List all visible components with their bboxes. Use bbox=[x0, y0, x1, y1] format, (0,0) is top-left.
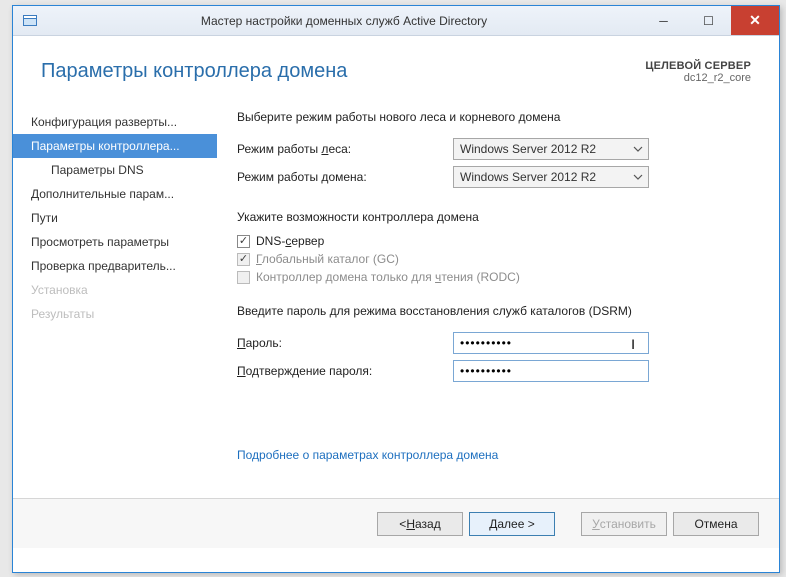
sidebar: Конфигурация разверты... Параметры контр… bbox=[13, 106, 217, 498]
sidebar-item-deployment-config[interactable]: Конфигурация разверты... bbox=[13, 110, 217, 134]
forest-level-row: Режим работы леса: Windows Server 2012 R… bbox=[237, 138, 751, 160]
rodc-checkbox bbox=[237, 271, 250, 284]
confirm-password-field[interactable] bbox=[460, 361, 642, 381]
forest-level-label: Режим работы леса: bbox=[237, 142, 453, 156]
next-button[interactable]: Далее > bbox=[469, 512, 555, 536]
sidebar-item-paths[interactable]: Пути bbox=[13, 206, 217, 230]
close-button[interactable]: ✕ bbox=[731, 6, 779, 35]
sidebar-item-review-options[interactable]: Просмотреть параметры bbox=[13, 230, 217, 254]
confirm-password-input[interactable] bbox=[453, 360, 649, 382]
confirm-password-label: Подтверждение пароля: bbox=[237, 364, 453, 378]
dsrm-section: Введите пароль для режима восстановления… bbox=[237, 304, 751, 382]
main-panel: Выберите режим работы нового леса и корн… bbox=[217, 106, 779, 498]
sidebar-item-results: Результаты bbox=[13, 302, 217, 326]
select-mode-text: Выберите режим работы нового леса и корн… bbox=[237, 110, 751, 124]
body: Конфигурация разверты... Параметры контр… bbox=[13, 94, 779, 498]
install-button: Установить bbox=[581, 512, 667, 536]
target-server-box: ЦЕЛЕВОЙ СЕРВЕР dc12_r2_core bbox=[645, 60, 751, 84]
dns-checkbox-label: DNS-сервер bbox=[256, 234, 324, 248]
titlebar[interactable]: Мастер настройки доменных служб Active D… bbox=[13, 6, 779, 36]
header: Параметры контроллера домена ЦЕЛЕВОЙ СЕР… bbox=[13, 36, 779, 94]
sidebar-item-installation: Установка bbox=[13, 278, 217, 302]
domain-level-value: Windows Server 2012 R2 bbox=[460, 170, 596, 184]
wizard-window: Мастер настройки доменных служб Active D… bbox=[12, 5, 780, 573]
password-label: Пароль: bbox=[237, 336, 453, 350]
gc-checkbox-row: Глобальный каталог (GC) bbox=[237, 252, 751, 266]
target-server-label: ЦЕЛЕВОЙ СЕРВЕР bbox=[645, 60, 751, 72]
sidebar-item-dc-options[interactable]: Параметры контроллера... bbox=[13, 134, 217, 158]
domain-level-row: Режим работы домена: Windows Server 2012… bbox=[237, 166, 751, 188]
forest-level-combobox[interactable]: Windows Server 2012 R2 bbox=[453, 138, 649, 160]
more-info-link[interactable]: Подробнее о параметрах контроллера домен… bbox=[237, 448, 498, 462]
capabilities-title: Укажите возможности контроллера домена bbox=[237, 210, 751, 224]
back-button[interactable]: < Назад bbox=[377, 512, 463, 536]
minimize-button[interactable]: ─ bbox=[641, 6, 686, 35]
chevron-down-icon bbox=[632, 143, 644, 155]
dns-checkbox[interactable] bbox=[237, 235, 250, 248]
cancel-button[interactable]: Отмена bbox=[673, 512, 759, 536]
window-title: Мастер настройки доменных служб Active D… bbox=[47, 14, 641, 28]
gc-checkbox bbox=[237, 253, 250, 266]
dns-checkbox-row: DNS-сервер bbox=[237, 234, 751, 248]
rodc-checkbox-label: Контроллер домена только для чтения (ROD… bbox=[256, 270, 520, 284]
sidebar-item-dns-options[interactable]: Параметры DNS bbox=[13, 158, 217, 182]
sidebar-item-additional-options[interactable]: Дополнительные парам... bbox=[13, 182, 217, 206]
password-row: Пароль: I bbox=[237, 332, 751, 354]
target-server-value: dc12_r2_core bbox=[645, 72, 751, 84]
chevron-down-icon bbox=[632, 171, 644, 183]
rodc-checkbox-row: Контроллер домена только для чтения (ROD… bbox=[237, 270, 751, 284]
password-input[interactable]: I bbox=[453, 332, 649, 354]
password-field[interactable] bbox=[460, 333, 642, 353]
domain-level-label: Режим работы домена: bbox=[237, 170, 453, 184]
text-cursor-icon: I bbox=[631, 336, 636, 352]
sidebar-item-prereq-check[interactable]: Проверка предваритель... bbox=[13, 254, 217, 278]
footer: < Назад Далее > Установить Отмена bbox=[13, 498, 779, 548]
window-buttons: ─ ☐ ✕ bbox=[641, 6, 779, 35]
domain-level-combobox[interactable]: Windows Server 2012 R2 bbox=[453, 166, 649, 188]
dsrm-text: Введите пароль для режима восстановления… bbox=[237, 304, 751, 318]
forest-level-value: Windows Server 2012 R2 bbox=[460, 142, 596, 156]
page-title: Параметры контроллера домена bbox=[41, 60, 347, 83]
maximize-button[interactable]: ☐ bbox=[686, 6, 731, 35]
app-icon bbox=[19, 10, 41, 32]
gc-checkbox-label: Глобальный каталог (GC) bbox=[256, 252, 399, 266]
confirm-password-row: Подтверждение пароля: bbox=[237, 360, 751, 382]
